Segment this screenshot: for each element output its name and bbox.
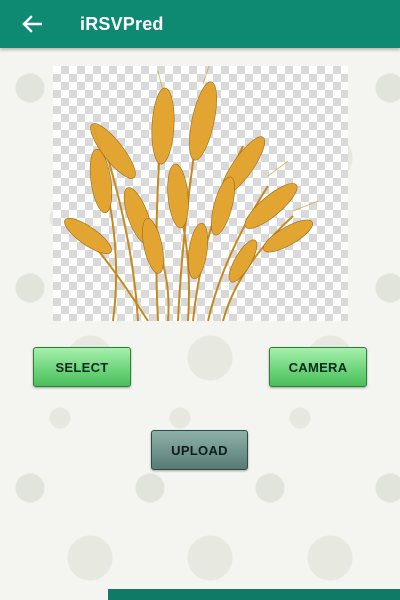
camera-button[interactable]: CAMERA [269,347,367,387]
wheat-image [64,66,319,321]
arrow-left-icon[interactable] [19,11,45,37]
select-button-label: SELECT [55,359,109,375]
app-title: iRSVPred [80,13,164,34]
bottom-bar [108,589,400,600]
select-button[interactable]: SELECT [33,347,131,387]
camera-button-label: CAMERA [288,359,348,375]
upload-button-label: UPLOAD [171,442,228,458]
app-bar: iRSVPred [0,0,400,48]
image-preview [53,66,348,321]
upload-button[interactable]: UPLOAD [151,430,248,470]
